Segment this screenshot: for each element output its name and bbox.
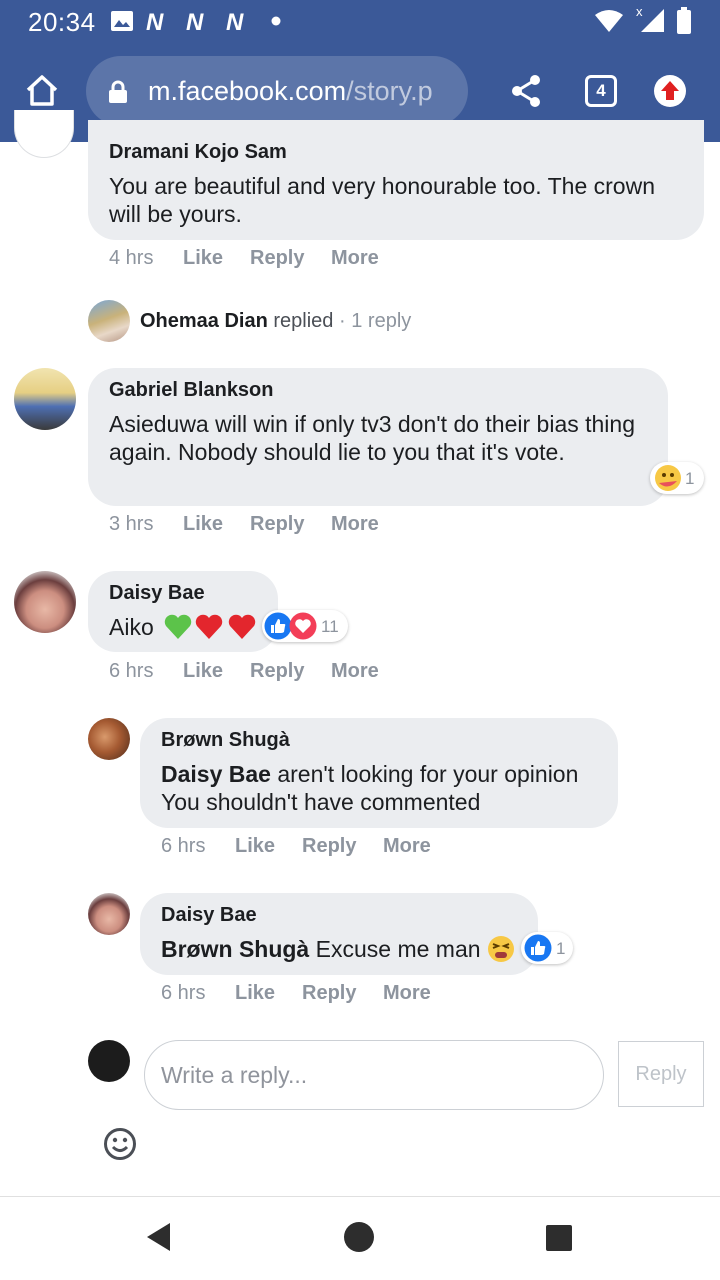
- recents-icon[interactable]: [545, 1224, 573, 1252]
- comment-time: 3 hrs: [109, 513, 154, 535]
- reply-text-value: Excuse me man: [315, 936, 481, 962]
- svg-text:N: N: [186, 10, 204, 32]
- reply-author[interactable]: Brøwn Shugà: [161, 729, 290, 752]
- like-link[interactable]: Like: [183, 660, 223, 683]
- like-link[interactable]: Like: [183, 247, 223, 270]
- like-link[interactable]: Like: [183, 513, 223, 536]
- reply-time: 6 hrs: [161, 982, 206, 1004]
- comment-author[interactable]: Gabriel Blankson: [109, 379, 274, 402]
- red-heart-icon: [228, 614, 256, 639]
- replies-summary[interactable]: Ohemaa Dian replied · 1 reply: [140, 310, 411, 333]
- wifi-icon: [595, 10, 623, 32]
- url-path: /story.p: [346, 76, 433, 106]
- reply-text-line1: aren't looking for your opinion: [277, 761, 579, 787]
- share-icon[interactable]: [510, 74, 542, 108]
- n-notification-icon: N: [146, 10, 164, 32]
- lock-icon: [109, 80, 127, 103]
- reply-time: 6 hrs: [161, 835, 206, 857]
- replied-word: replied: [273, 310, 334, 332]
- avatar[interactable]: [14, 571, 76, 633]
- love-reaction-icon: [289, 612, 317, 640]
- avatar[interactable]: [88, 893, 130, 935]
- avatar[interactable]: [88, 718, 130, 760]
- like-reaction-icon: [524, 934, 552, 962]
- home-icon[interactable]: [24, 72, 60, 108]
- home-circle-icon[interactable]: [343, 1221, 375, 1253]
- comment-time: 6 hrs: [109, 660, 154, 682]
- reply-input[interactable]: [144, 1040, 604, 1110]
- battery-icon: [677, 7, 691, 34]
- status-time: 20:34: [28, 7, 96, 37]
- n-notification-icon: N: [186, 10, 204, 32]
- url-domain: m.facebook.com: [148, 76, 347, 106]
- emoji-icon[interactable]: [103, 1127, 137, 1161]
- n-notification-icon: N: [226, 10, 244, 32]
- reaction-count: 1: [556, 939, 566, 958]
- comment-author[interactable]: Daisy Bae: [109, 582, 205, 605]
- mention[interactable]: Daisy Bae: [161, 761, 271, 787]
- reply-author[interactable]: Daisy Bae: [161, 904, 257, 927]
- reply-text: Daisy Bae aren't looking for your opinio…: [161, 760, 601, 816]
- svg-text:x: x: [636, 5, 643, 19]
- more-link[interactable]: More: [383, 982, 431, 1005]
- comment-text: Aiko: [109, 613, 154, 641]
- avatar: [88, 1040, 130, 1082]
- reply-link[interactable]: Reply: [250, 513, 304, 536]
- svg-text:N: N: [146, 10, 164, 32]
- reply-link[interactable]: Reply: [250, 660, 304, 683]
- status-bar: 20:34 N N N x: [0, 0, 720, 44]
- more-link[interactable]: More: [331, 247, 379, 270]
- avatar[interactable]: [14, 110, 74, 158]
- tired-face-icon: [488, 936, 514, 962]
- tab-count-icon[interactable]: 4: [585, 75, 617, 107]
- system-nav-bar: [0, 1196, 720, 1280]
- more-link[interactable]: More: [331, 513, 379, 536]
- svg-text:N: N: [226, 10, 244, 32]
- comment-author[interactable]: Dramani Kojo Sam: [109, 141, 287, 164]
- reply-link[interactable]: Reply: [302, 835, 356, 858]
- image-icon: [111, 11, 133, 31]
- comment-text: You are beautiful and very honourable to…: [109, 173, 655, 227]
- reply-link[interactable]: Reply: [250, 247, 304, 270]
- like-link[interactable]: Like: [235, 982, 275, 1005]
- replied-by-name: Ohemaa Dian: [140, 310, 268, 332]
- update-arrow-icon[interactable]: [654, 75, 686, 107]
- green-heart-icon: [164, 614, 192, 639]
- reaction-count: 11: [321, 617, 339, 636]
- url-text: m.facebook.com/story.p: [148, 76, 462, 107]
- more-link[interactable]: More: [383, 835, 431, 858]
- red-heart-icon: [195, 614, 223, 639]
- avatar[interactable]: [14, 368, 76, 430]
- comment-text: Asieduwa will win if only tv3 don't do t…: [109, 411, 636, 465]
- like-link[interactable]: Like: [235, 835, 275, 858]
- reply-submit-button[interactable]: Reply: [618, 1041, 704, 1107]
- care-reaction-icon: [655, 465, 681, 491]
- url-bar[interactable]: m.facebook.com/story.p: [86, 56, 468, 126]
- reply-text-line2: You shouldn't have commented: [161, 789, 481, 815]
- mention[interactable]: Brøwn Shugà: [161, 936, 309, 962]
- reply-text: Brøwn Shugà Excuse me man: [161, 935, 481, 963]
- signal-icon: x: [636, 5, 664, 32]
- avatar[interactable]: [88, 300, 130, 342]
- reaction-count: 1: [685, 469, 695, 488]
- dot-icon: [271, 16, 281, 26]
- comment-time: 4 hrs: [109, 247, 154, 269]
- more-link[interactable]: More: [331, 660, 379, 683]
- back-icon[interactable]: [146, 1222, 172, 1252]
- reply-link[interactable]: Reply: [302, 982, 356, 1005]
- reply-count: 1 reply: [351, 310, 412, 332]
- comment-text-value: Aiko: [109, 614, 154, 640]
- separator: ·: [339, 310, 346, 332]
